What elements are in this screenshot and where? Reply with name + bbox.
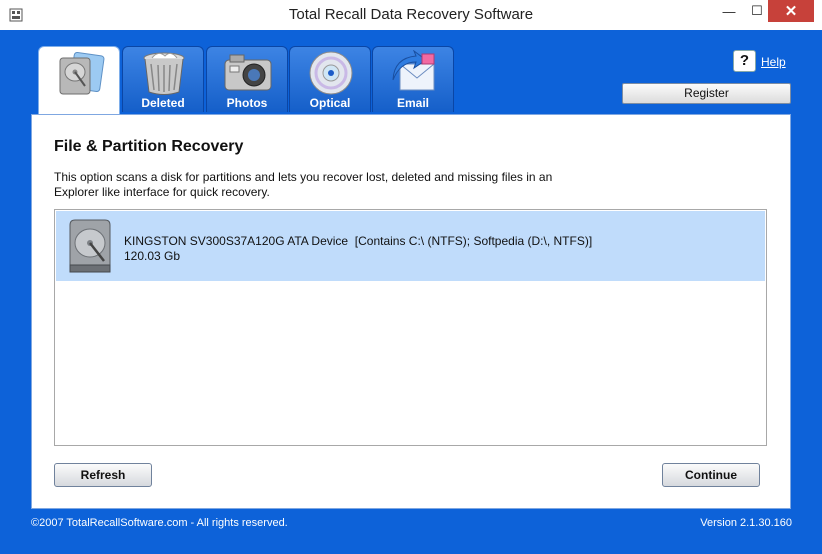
tab-photos[interactable]: Photos <box>206 46 288 112</box>
camera-icon <box>224 54 272 91</box>
hard-drive-icon <box>59 51 105 95</box>
tab-email[interactable]: Email <box>372 46 454 112</box>
tab-partition[interactable] <box>38 46 120 116</box>
disc-icon <box>309 51 353 95</box>
disk-size: 120.03 Gb <box>124 249 181 263</box>
window-title: Total Recall Data Recovery Software <box>288 6 534 23</box>
tab-optical[interactable]: Optical <box>289 46 371 112</box>
refresh-button[interactable]: Refresh <box>54 463 152 487</box>
help-link[interactable]: Help <box>761 55 786 69</box>
app-window: Total Recall Data Recovery Software — ☐ … <box>0 0 822 554</box>
tab-label-photos: Photos <box>226 96 268 110</box>
email-icon <box>392 50 435 91</box>
copyright-text: ©2007 TotalRecallSoftware.com - All righ… <box>31 517 288 529</box>
help-icon[interactable]: ? <box>733 50 756 72</box>
minimize-button[interactable]: — <box>714 0 744 22</box>
close-button[interactable]: ✕ <box>768 0 814 22</box>
hard-drive-icon <box>69 219 111 273</box>
tab-deleted[interactable]: Deleted <box>122 46 204 112</box>
page-title: File & Partition Recovery <box>54 138 244 155</box>
tab-label-deleted: Deleted <box>141 96 185 110</box>
recycle-bin-icon <box>143 52 185 95</box>
title-bar: Total Recall Data Recovery Software — ☐ … <box>0 0 822 30</box>
version-text: Version 2.1.30.160 <box>700 517 792 529</box>
tab-label-email: Email <box>396 96 429 110</box>
tab-label-optical: Optical <box>309 96 351 110</box>
list-item[interactable]: KINGSTON SV300S37A120G ATA Device [Conta… <box>56 211 765 281</box>
page-description: This option scans a disk for partitions … <box>54 170 553 199</box>
disk-list[interactable]: KINGSTON SV300S37A120G ATA Device [Conta… <box>54 209 767 446</box>
continue-button[interactable]: Continue <box>662 463 760 487</box>
disk-name: KINGSTON SV300S37A120G ATA Device [Conta… <box>124 234 593 248</box>
register-button[interactable]: Register <box>622 83 791 104</box>
